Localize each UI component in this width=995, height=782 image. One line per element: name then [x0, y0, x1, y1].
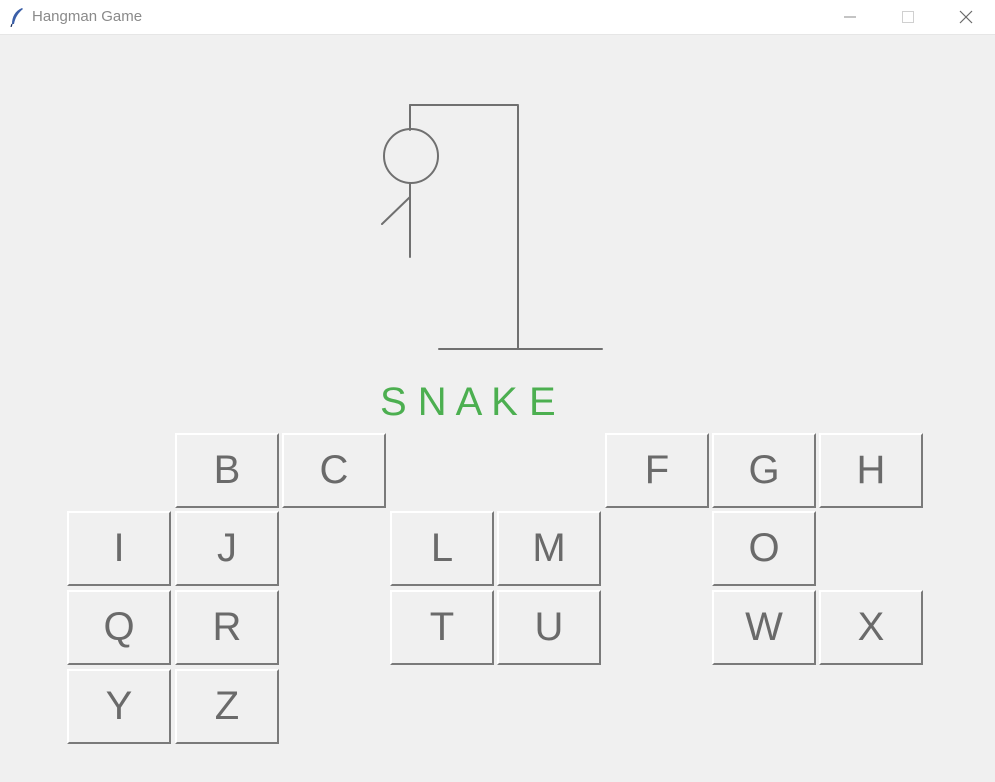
- letter-button-j[interactable]: J: [175, 511, 279, 586]
- letter-button-x[interactable]: X: [819, 590, 923, 665]
- letter-button-o[interactable]: O: [712, 511, 816, 586]
- letter-button-c[interactable]: C: [282, 433, 386, 508]
- letter-button-r[interactable]: R: [175, 590, 279, 665]
- letter-button-h[interactable]: H: [819, 433, 923, 508]
- letter-button-z[interactable]: Z: [175, 669, 279, 744]
- letter-button-u[interactable]: U: [497, 590, 601, 665]
- letter-button-g[interactable]: G: [712, 433, 816, 508]
- letter-button-i[interactable]: I: [67, 511, 171, 586]
- letter-button-w[interactable]: W: [712, 590, 816, 665]
- letter-button-y[interactable]: Y: [67, 669, 171, 744]
- letter-button-l[interactable]: L: [390, 511, 494, 586]
- letter-button-f[interactable]: F: [605, 433, 709, 508]
- letter-button-q[interactable]: Q: [67, 590, 171, 665]
- letter-button-b[interactable]: B: [175, 433, 279, 508]
- guessed-word: S N A K E: [380, 380, 556, 424]
- letter-button-t[interactable]: T: [390, 590, 494, 665]
- letter-button-m[interactable]: M: [497, 511, 601, 586]
- hangman-left-arm: [381, 196, 411, 225]
- hangman-head: [383, 128, 439, 184]
